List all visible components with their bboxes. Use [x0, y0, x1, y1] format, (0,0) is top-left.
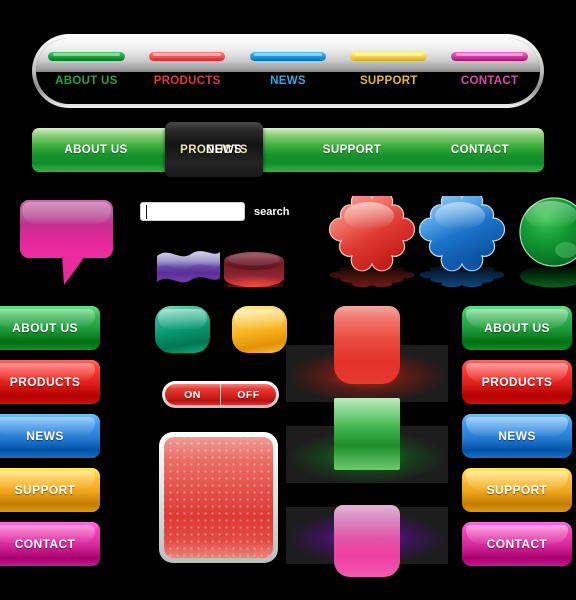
- btn-right-support[interactable]: SUPPORT: [462, 468, 572, 512]
- silver-nav-item-3[interactable]: SUPPORT: [338, 38, 439, 104]
- green-nav-item-4[interactable]: CONTACT: [416, 144, 544, 156]
- btn-right-products[interactable]: PRODUCTS: [462, 360, 572, 404]
- button-label: ABOUT US: [12, 321, 78, 335]
- scallop-badge-red[interactable]: [327, 196, 417, 288]
- silver-nav-pill-icon: [451, 52, 528, 61]
- rounded-cube-teal[interactable]: [155, 306, 210, 353]
- green-nav-item-0[interactable]: ABOUT US: [32, 144, 160, 156]
- btn-right-about-us[interactable]: ABOUT US: [462, 306, 572, 350]
- green-nav-item-3[interactable]: SUPPORT: [288, 144, 416, 156]
- button-label: NEWS: [498, 429, 536, 443]
- toggle-on-segment[interactable]: ON: [165, 384, 221, 405]
- silver-nav-pill-icon: [48, 52, 125, 61]
- button-label: NEWS: [26, 429, 64, 443]
- search-label: search: [254, 205, 290, 218]
- button-label: CONTACT: [14, 537, 76, 551]
- button-label: SUPPORT: [14, 483, 76, 497]
- btn-left-contact[interactable]: CONTACT: [0, 522, 100, 566]
- button-label: PRODUCTS: [481, 375, 553, 389]
- search-input[interactable]: [140, 202, 245, 221]
- silver-navbar-inner: ABOUT US PRODUCTS NEWS SUPPORT CONTACT: [36, 38, 540, 104]
- glow-button-pink[interactable]: [334, 505, 400, 577]
- silver-nav-label: NEWS: [270, 75, 306, 87]
- green-gradient-navbar: ABOUT US PRODUCTS NEWS SUPPORT CONTACT: [32, 122, 544, 177]
- circle-badge-green[interactable]: [509, 196, 576, 288]
- silver-nav-label: PRODUCTS: [153, 75, 221, 87]
- silver-nav-pill-icon: [350, 52, 428, 61]
- toggle-off-segment[interactable]: OFF: [221, 384, 276, 405]
- glow-button-red[interactable]: [334, 306, 400, 384]
- button-label: CONTACT: [486, 537, 548, 551]
- button-label: PRODUCTS: [9, 375, 81, 389]
- btn-right-news[interactable]: NEWS: [462, 414, 572, 458]
- silver-nav-item-2[interactable]: NEWS: [238, 38, 339, 104]
- dotted-red-panel[interactable]: [159, 432, 278, 563]
- silver-nav-item-4[interactable]: CONTACT: [439, 38, 540, 104]
- scallop-badge-blue[interactable]: [417, 196, 507, 288]
- btn-left-news[interactable]: NEWS: [0, 414, 100, 458]
- text-caret-icon: [146, 205, 147, 219]
- search-widget: search: [140, 202, 289, 221]
- silver-nav-label: CONTACT: [460, 75, 519, 87]
- silver-pill-navbar: ABOUT US PRODUCTS NEWS SUPPORT CONTACT: [32, 34, 544, 108]
- button-label: ABOUT US: [484, 321, 550, 335]
- btn-left-support[interactable]: SUPPORT: [0, 468, 100, 512]
- silver-nav-item-1[interactable]: PRODUCTS: [137, 38, 238, 104]
- on-off-toggle[interactable]: ON OFF: [162, 381, 279, 408]
- silver-nav-pill-icon: [249, 52, 327, 61]
- rounded-cube-orange[interactable]: [232, 306, 287, 353]
- btn-left-about-us[interactable]: ABOUT US: [0, 306, 100, 350]
- dotted-red-panel-surface: [164, 437, 273, 558]
- silver-navbar-items: ABOUT US PRODUCTS NEWS SUPPORT CONTACT: [36, 38, 540, 104]
- silver-nav-label: SUPPORT: [359, 75, 418, 87]
- btn-right-contact[interactable]: CONTACT: [462, 522, 572, 566]
- speech-bubble[interactable]: [20, 200, 113, 258]
- button-label: SUPPORT: [486, 483, 548, 497]
- glow-button-green[interactable]: [334, 398, 400, 470]
- btn-left-products[interactable]: PRODUCTS: [0, 360, 100, 404]
- silver-nav-item-0[interactable]: ABOUT US: [36, 38, 137, 104]
- green-nav-item-2[interactable]: NEWS: [160, 144, 288, 156]
- ui-kit-canvas: ABOUT US PRODUCTS NEWS SUPPORT CONTACT ABOUT…: [0, 0, 576, 600]
- on-off-toggle-inner: ON OFF: [165, 384, 276, 405]
- wavy-flag-shape: [157, 251, 220, 283]
- cylinder-shape: [224, 252, 284, 287]
- silver-nav-label: ABOUT US: [55, 75, 118, 87]
- speech-bubble-tail-icon: [62, 255, 86, 285]
- silver-nav-pill-icon: [148, 52, 226, 61]
